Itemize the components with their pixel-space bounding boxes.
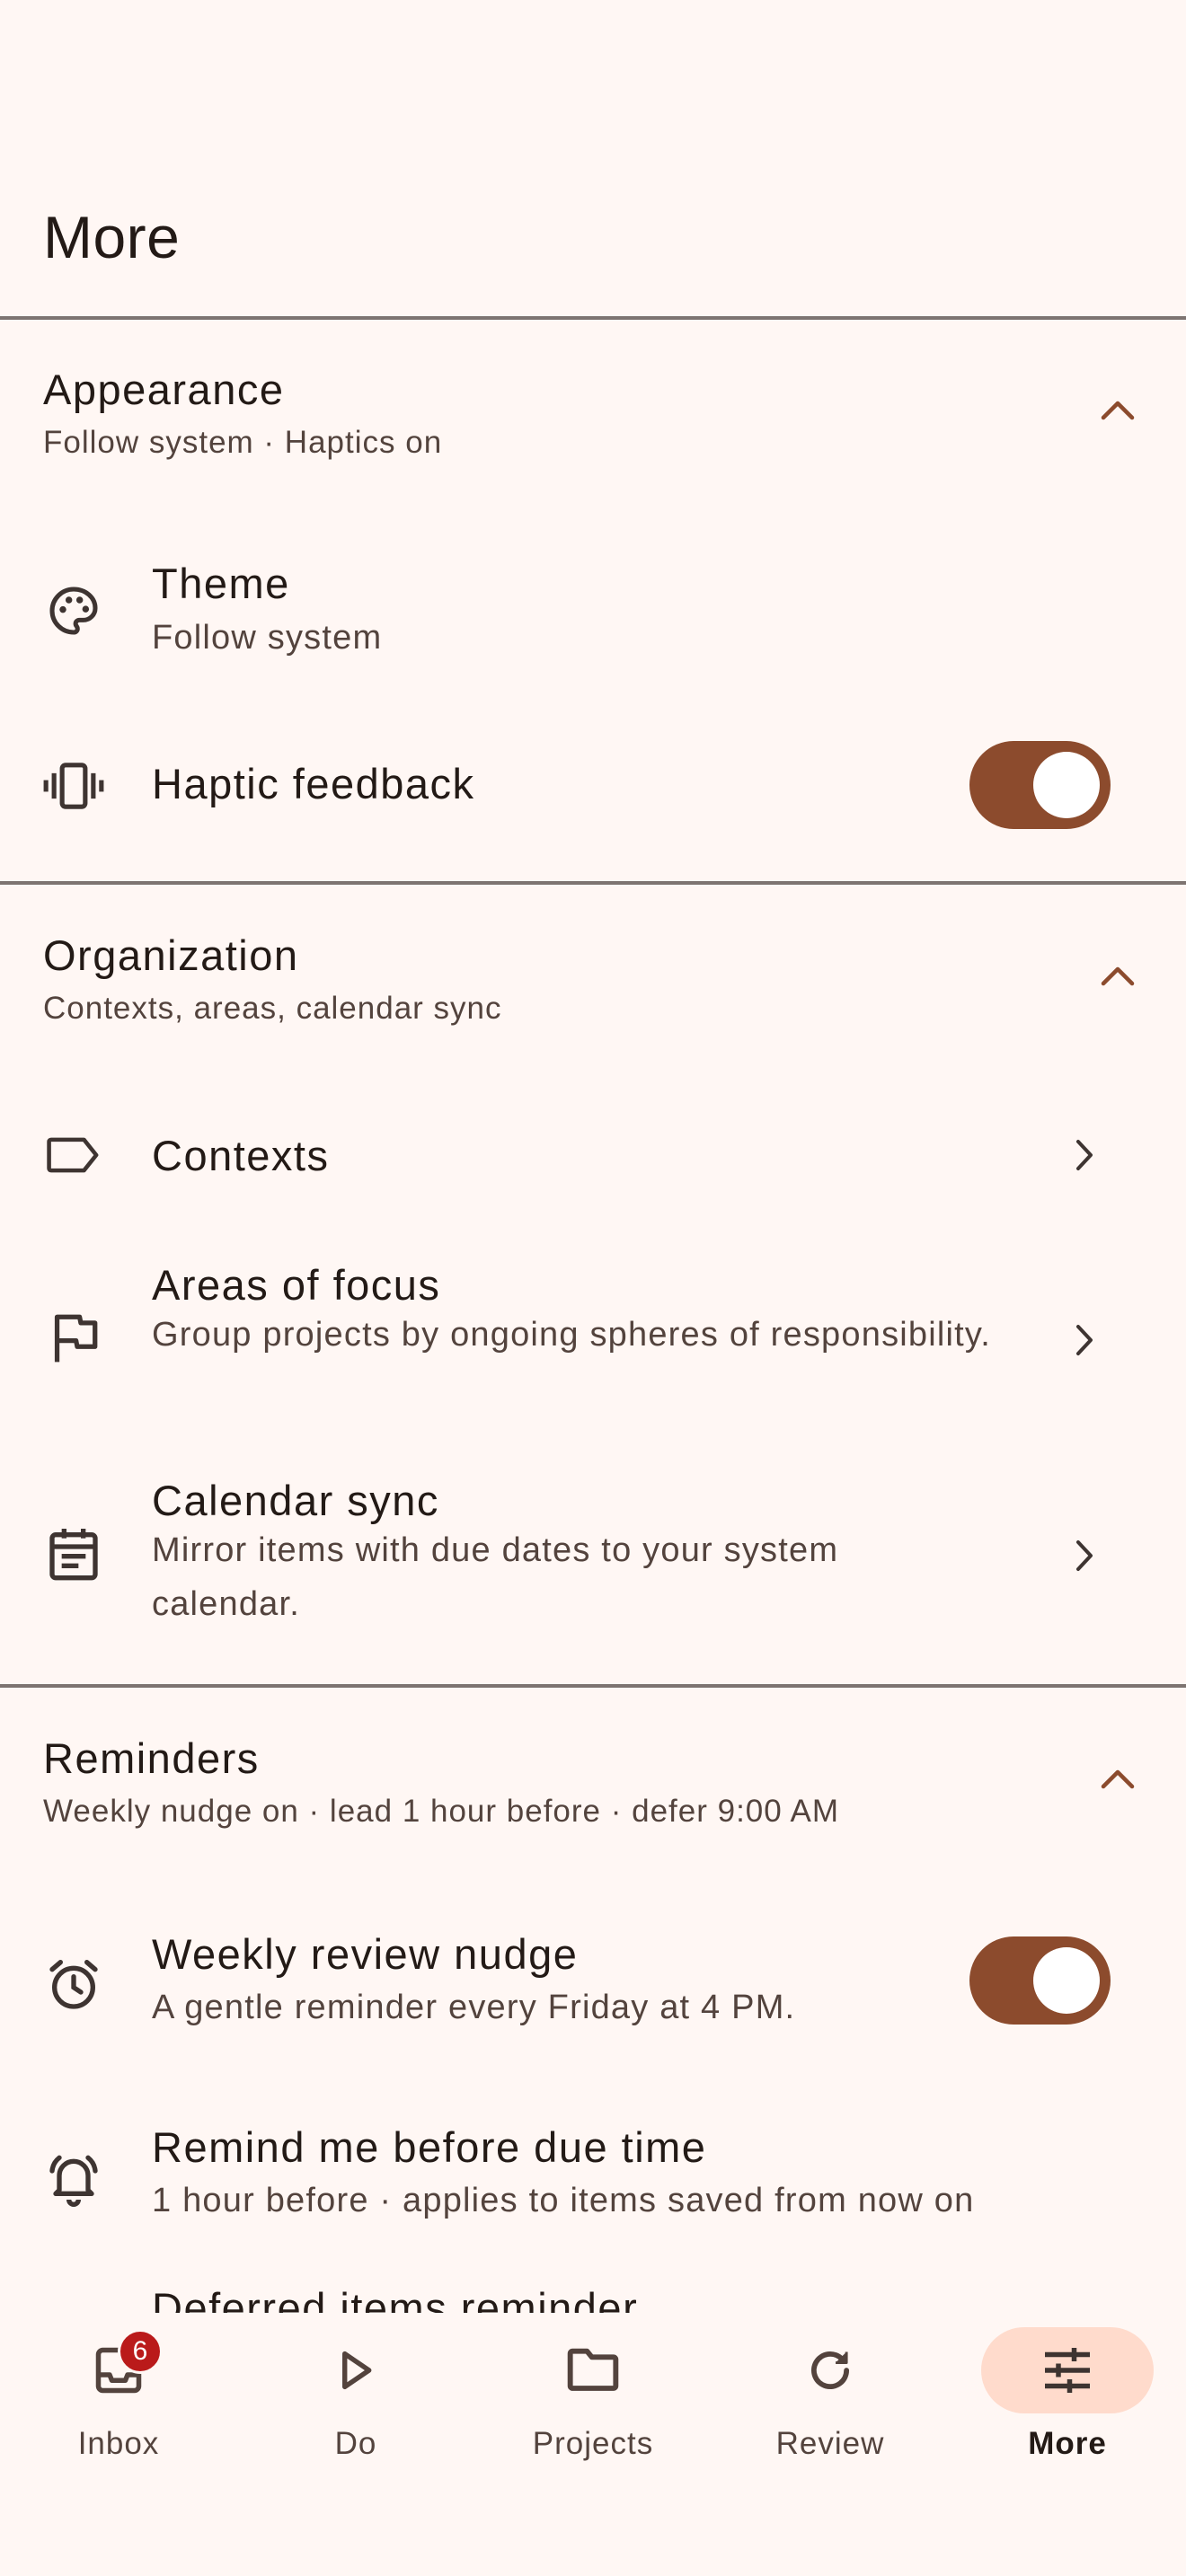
folder-icon [564, 2345, 622, 2395]
areas-of-focus-row[interactable]: Areas of focus Group projects by ongoing… [0, 1256, 1186, 1426]
row-title: Areas of focus [152, 1261, 441, 1309]
vibration-icon [41, 754, 106, 818]
nav-item-more[interactable]: More [949, 2313, 1186, 2475]
nav-pill [507, 2327, 679, 2413]
contexts-row[interactable]: Contexts [0, 1110, 1186, 1200]
nav-pill [270, 2327, 442, 2413]
nav-pill [744, 2327, 916, 2413]
section-summary: Follow system · Haptics on [43, 425, 443, 460]
row-title: Calendar sync [152, 1477, 439, 1524]
play-icon [333, 2346, 378, 2395]
collapse-icon[interactable] [1093, 384, 1143, 435]
row-title: Contexts [152, 1132, 330, 1179]
nav-item-projects[interactable]: Projects [474, 2313, 712, 2475]
nav-item-inbox[interactable]: 6 Inbox [0, 2313, 237, 2475]
section-summary: Contexts, areas, calendar sync [43, 991, 502, 1026]
calendar-sync-row[interactable]: Calendar sync Mirror items with due date… [0, 1471, 1186, 1642]
divider [0, 1684, 1186, 1688]
bottom-navigation: 6 Inbox Do Projects Review More [0, 2313, 1186, 2576]
label-icon [41, 1123, 106, 1187]
flag-icon [41, 1306, 106, 1371]
row-title: Theme [152, 560, 290, 607]
toggle-knob [1033, 1947, 1100, 2014]
collapse-icon[interactable] [1093, 1753, 1143, 1804]
nav-label: Review [775, 2426, 885, 2461]
divider [0, 316, 1186, 320]
section-title: Reminders [43, 1734, 260, 1782]
alarm-icon [41, 1953, 106, 2017]
reminders-section-header[interactable]: Reminders Weekly nudge on · lead 1 hour … [0, 1734, 1186, 1877]
bell-ring-icon [41, 2146, 106, 2210]
nav-pill-active [981, 2327, 1154, 2413]
nav-item-review[interactable]: Review [712, 2313, 949, 2475]
chevron-right-icon [1062, 1533, 1107, 1578]
nav-label: Projects [532, 2426, 654, 2461]
section-title: Organization [43, 931, 299, 979]
divider [0, 881, 1186, 885]
row-subtitle: 1 hour before · applies to items saved f… [152, 2182, 975, 2219]
chevron-right-icon [1062, 1318, 1107, 1363]
nav-item-do[interactable]: Do [237, 2313, 474, 2475]
haptic-feedback-row[interactable]: Haptic feedback [0, 737, 1186, 835]
row-subtitle: A gentle reminder every Friday at 4 PM. [152, 1989, 796, 2026]
haptic-toggle[interactable] [969, 741, 1111, 829]
section-summary: Weekly nudge on · lead 1 hour before · d… [43, 1794, 840, 1829]
refresh-icon [804, 2344, 856, 2396]
appearance-section-header[interactable]: Appearance Follow system · Haptics on [0, 365, 1186, 508]
section-title: Appearance [43, 366, 285, 413]
inbox-count-badge: 6 [118, 2329, 163, 2374]
tune-icon [1040, 2345, 1094, 2395]
row-title: Remind me before due time [152, 2123, 707, 2171]
weekly-nudge-toggle[interactable] [969, 1936, 1111, 2025]
theme-row[interactable]: Theme Follow system [0, 548, 1186, 674]
toggle-knob [1033, 752, 1100, 818]
nav-label: Do [334, 2426, 377, 2461]
row-subtitle: Group projects by ongoing spheres of res… [152, 1316, 992, 1354]
nav-pill [32, 2327, 205, 2413]
remind-before-due-row[interactable]: Remind me before due time 1 hour before … [0, 2120, 1186, 2236]
row-title: Weekly review nudge [152, 1930, 579, 1978]
palette-icon [41, 578, 106, 643]
weekly-review-nudge-row[interactable]: Weekly review nudge A gentle reminder ev… [0, 1927, 1186, 2043]
collapse-icon[interactable] [1093, 950, 1143, 1001]
row-title: Haptic feedback [152, 760, 475, 807]
nav-label: More [1028, 2426, 1107, 2461]
chevron-right-icon [1062, 1133, 1107, 1178]
page-title: More [43, 204, 181, 270]
row-subtitle: Follow system [152, 619, 383, 657]
more-screen: More Appearance Follow system · Haptics … [0, 0, 1186, 2576]
organization-section-header[interactable]: Organization Contexts, areas, calendar s… [0, 931, 1186, 1074]
calendar-icon [41, 1522, 106, 1586]
nav-label: Inbox [77, 2426, 160, 2461]
row-subtitle: Mirror items with due dates to your syst… [152, 1531, 839, 1623]
